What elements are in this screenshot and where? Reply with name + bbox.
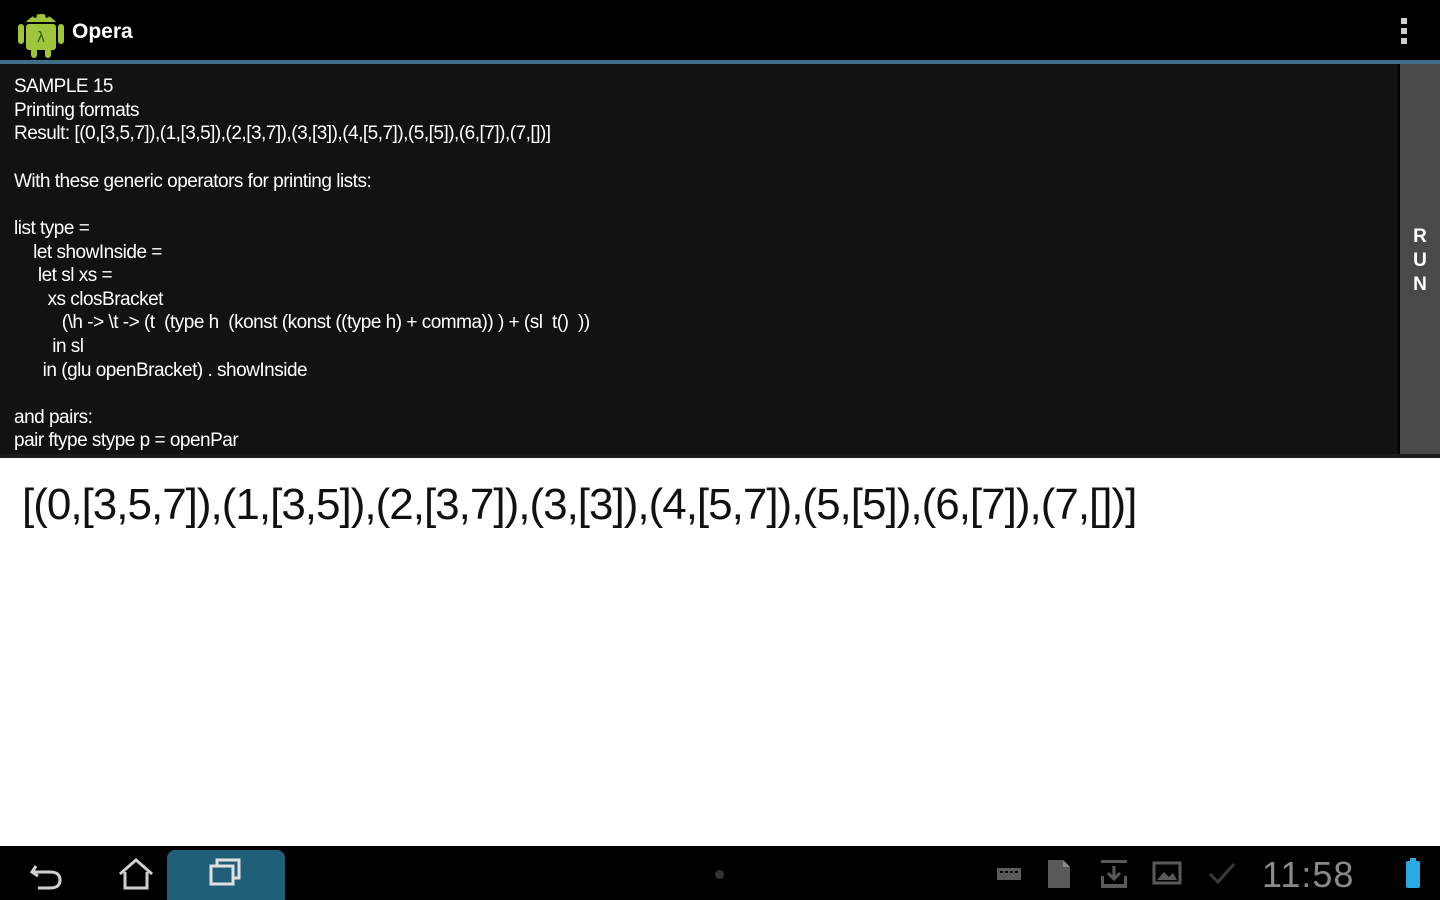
app-title: Opera [72, 20, 133, 43]
android-app-icon: λ [18, 14, 64, 58]
code-line: xs closBracket [14, 289, 163, 310]
run-letter: N [1413, 274, 1427, 295]
output-text: [(0,[3,5,7]),(1,[3,5]),(2,[3,7]),(3,[3])… [22, 480, 1137, 529]
check-icon [1208, 863, 1236, 885]
battery-icon [1406, 858, 1420, 888]
code-line: list type = [14, 218, 90, 239]
code-line: Result: [(0,[3,5,7]),(1,[3,5]),(2,[3,7])… [14, 123, 551, 144]
overflow-menu-icon[interactable] [1396, 18, 1412, 48]
back-icon[interactable] [24, 846, 68, 900]
clock: 11:58 [1262, 854, 1355, 895]
recents-icon[interactable] [203, 846, 249, 900]
code-editor[interactable]: SAMPLE 15 Printing formats Result: [(0,[… [0, 64, 1398, 454]
code-line: and pairs: [14, 407, 93, 428]
system-bar: 11:58 [0, 846, 1440, 900]
image-icon [1152, 861, 1182, 885]
keyboard-icon [997, 868, 1021, 880]
code-line: With these generic operators for printin… [14, 171, 372, 192]
code-line: pair ftype stype p = openPar [14, 430, 239, 451]
code-line: (\h -> \t -> (t (type h (konst (konst ((… [14, 312, 590, 333]
output-pane: [(0,[3,5,7]),(1,[3,5]),(2,[3,7]),(3,[3])… [0, 458, 1440, 846]
download-icon [1101, 860, 1127, 888]
run-button[interactable]: R U N [1400, 64, 1440, 454]
file-icon [1048, 860, 1070, 888]
code-line: Printing formats [14, 100, 140, 121]
code-line: let sl xs = [14, 265, 113, 286]
action-bar: λ Opera [0, 0, 1440, 60]
run-letter: U [1413, 250, 1427, 271]
code-line: SAMPLE 15 [14, 76, 114, 97]
code-line: in sl [14, 336, 84, 357]
code-line: let showInside = [14, 242, 162, 263]
dot-indicator [715, 870, 724, 879]
code-line: in (glu openBracket) . showInside [14, 360, 308, 381]
run-letter: R [1413, 226, 1427, 247]
home-icon[interactable] [114, 846, 158, 900]
svg-text:λ: λ [37, 30, 45, 46]
